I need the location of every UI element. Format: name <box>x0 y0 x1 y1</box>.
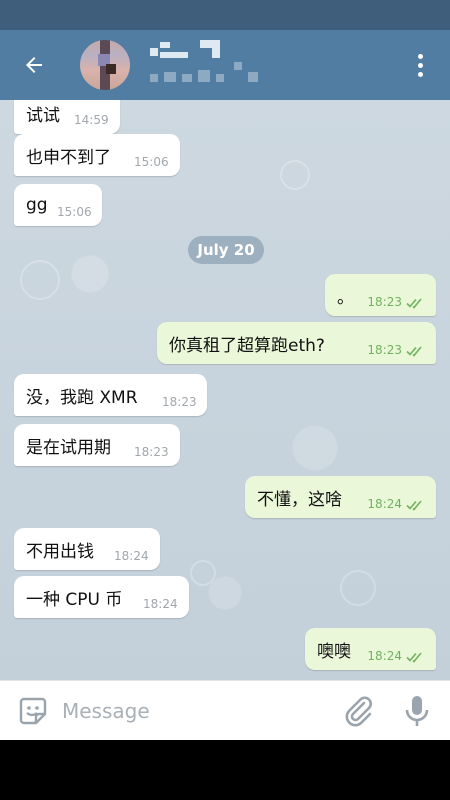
message-time: 18:24 <box>114 549 149 563</box>
message-bubble-incoming[interactable]: 不用出钱 18:24 <box>14 528 160 570</box>
read-double-check-icon <box>406 500 422 511</box>
read-double-check-icon <box>406 346 422 357</box>
message-text: 也申不到了 <box>26 147 111 168</box>
message-time: 15:06 <box>57 205 92 219</box>
message-time: 18:24 <box>367 497 402 511</box>
message-time: 18:24 <box>143 597 178 611</box>
back-button[interactable] <box>14 45 54 85</box>
message-text: 不懂，这啥 <box>257 489 342 510</box>
paperclip-icon <box>345 696 372 727</box>
message-bubble-outgoing[interactable]: 你真租了超算跑eth? 18:23 <box>157 322 436 364</box>
attach-button[interactable] <box>340 693 376 729</box>
message-time: 18:24 <box>367 649 402 663</box>
sticker-emoji-icon <box>19 697 47 725</box>
message-bubble-incoming[interactable]: 一种 CPU 币 18:24 <box>14 576 189 618</box>
message-list[interactable]: 试试 14:59 也申不到了 15:06 gg 15:06 July 20 。 … <box>0 100 450 680</box>
message-composer <box>0 680 450 740</box>
message-text: 噢噢 <box>317 641 351 662</box>
contact-name-redacted[interactable] <box>150 40 230 62</box>
message-time: 14:59 <box>74 113 109 127</box>
message-text: gg <box>26 195 48 215</box>
date-separator: July 20 <box>188 236 264 264</box>
message-time: 18:23 <box>367 295 402 309</box>
read-double-check-icon <box>406 652 422 663</box>
message-bubble-incoming[interactable]: gg 15:06 <box>14 184 102 226</box>
message-bubble-outgoing[interactable]: 。 18:23 <box>325 274 436 316</box>
more-menu-button[interactable] <box>406 48 434 82</box>
message-text: 不用出钱 <box>26 541 94 562</box>
message-time: 18:23 <box>134 445 169 459</box>
message-bubble-incoming[interactable]: 没，我跑 XMR 18:23 <box>14 374 207 416</box>
message-input[interactable] <box>62 693 312 729</box>
message-time: 18:23 <box>367 343 402 357</box>
message-bubble-incoming[interactable]: 试试 14:59 <box>14 100 120 134</box>
message-time: 18:23 <box>162 395 197 409</box>
message-text: 。 <box>337 287 354 308</box>
message-text: 一种 CPU 币 <box>26 589 123 610</box>
contact-avatar[interactable] <box>80 40 130 90</box>
system-navigation-bar <box>0 740 450 800</box>
read-double-check-icon <box>406 298 422 309</box>
message-bubble-outgoing[interactable]: 不懂，这啥 18:24 <box>245 476 436 518</box>
voice-record-button[interactable] <box>400 693 434 729</box>
more-vertical-icon <box>417 53 423 59</box>
contact-status-redacted <box>150 62 260 84</box>
emoji-sticker-button[interactable] <box>16 694 50 728</box>
status-bar <box>0 0 450 30</box>
microphone-icon <box>405 696 429 726</box>
message-bubble-incoming[interactable]: 是在试用期 18:23 <box>14 424 180 466</box>
message-bubble-incoming[interactable]: 也申不到了 15:06 <box>14 134 180 176</box>
message-text: 是在试用期 <box>26 437 111 458</box>
message-bubble-outgoing[interactable]: 噢噢 18:24 <box>305 628 436 670</box>
message-time: 15:06 <box>134 155 169 169</box>
message-text: 试试 <box>26 105 60 126</box>
arrow-left-icon <box>26 57 42 73</box>
message-text: 你真租了超算跑eth? <box>169 335 325 356</box>
message-text: 没，我跑 XMR <box>26 387 138 408</box>
chat-header <box>0 30 450 100</box>
